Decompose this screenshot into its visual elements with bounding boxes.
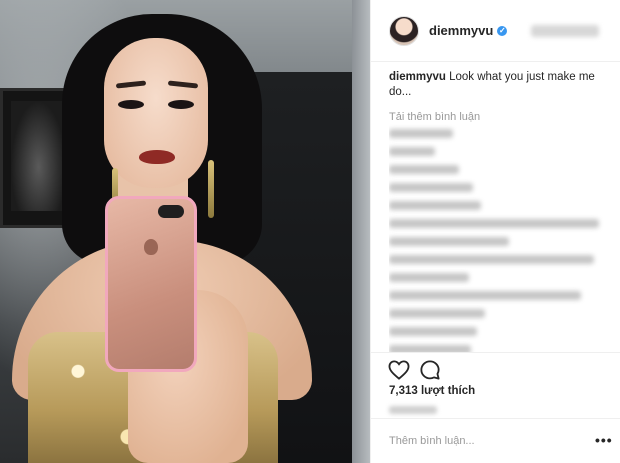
blurred-comment [389, 255, 594, 264]
header-username[interactable]: diemmyvu [429, 23, 493, 38]
blurred-comment [389, 273, 469, 282]
comment-icon[interactable] [420, 360, 440, 380]
blurred-comment [389, 165, 459, 174]
phone-camera [158, 205, 184, 218]
caption-username[interactable]: diemmyvu [389, 71, 446, 83]
verified-badge-icon: ✓ [497, 25, 508, 36]
photo-pillar [352, 0, 370, 463]
blurred-comment-list [389, 129, 611, 352]
photo-subject-face [104, 38, 208, 188]
photo-subject-eye [168, 100, 194, 109]
load-more-comments-link[interactable]: Tải thêm bình luận [389, 111, 611, 123]
blurred-comment [389, 129, 453, 138]
phone-logo [144, 239, 158, 255]
blurred-comment [389, 201, 481, 210]
avatar[interactable] [389, 15, 419, 46]
photo-smartphone [105, 196, 197, 372]
post-side-panel: diemmyvu ✓ diemmyvu Look what you just m… [370, 0, 620, 463]
likes-label: lượt thích [420, 385, 476, 397]
blurred-post-date [389, 406, 437, 414]
caption: diemmyvu Look what you just make me do..… [389, 70, 599, 100]
comments-section: diemmyvu Look what you just make me do..… [389, 70, 611, 352]
blurred-follow-text [531, 25, 599, 37]
blurred-comment [389, 309, 485, 318]
blurred-comment [389, 291, 581, 300]
blurred-comment [389, 147, 435, 156]
photo-subject-lips [139, 150, 175, 164]
blurred-comment [389, 345, 471, 352]
likes-number: 7,313 [389, 385, 418, 397]
more-options-icon[interactable]: ••• [595, 433, 613, 447]
photo-subject-earring [208, 160, 214, 218]
add-comment-input[interactable] [389, 433, 569, 449]
heart-icon[interactable] [388, 360, 410, 380]
blurred-comment [389, 219, 599, 228]
blurred-comment [389, 327, 477, 336]
blurred-comment [389, 183, 473, 192]
add-comment-bar: ••• [371, 418, 620, 463]
likes-count[interactable]: 7,313 lượt thích [389, 385, 475, 397]
post-photo[interactable] [0, 0, 370, 463]
instagram-post: diemmyvu ✓ diemmyvu Look what you just m… [0, 0, 620, 463]
blurred-comment [389, 237, 509, 246]
photo-subject-eye [118, 100, 144, 109]
post-header: diemmyvu ✓ [371, 0, 620, 62]
